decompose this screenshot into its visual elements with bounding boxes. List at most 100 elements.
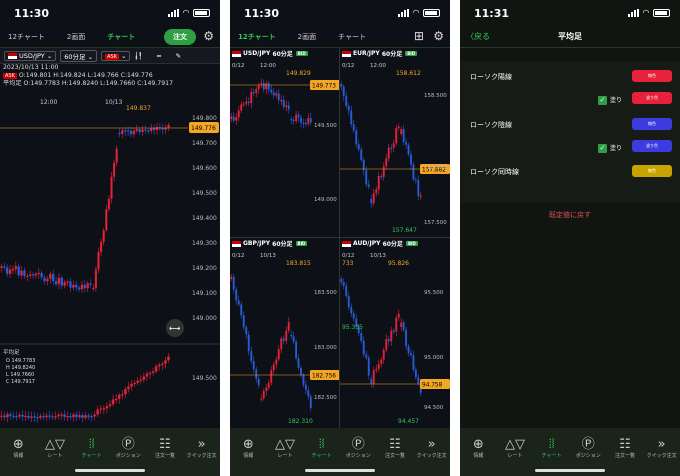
nav-orders[interactable]: ☷ 注文一覧 [380,438,410,476]
nav-quick-order[interactable]: » クイック注文 [187,438,217,476]
chart-pane[interactable]: AUD/JPY 60分足 BID 0/12 10/13 95.826 733 94.758 9… [340,238,450,456]
candle [290,119,293,121]
candle [245,101,248,104]
pane-header[interactable]: USD/JPY 60分足 BID [230,48,340,59]
nav-quick-order[interactable]: » クイック注文 [647,438,677,476]
y-axis-label: 149.300 [192,240,217,247]
tab-chart[interactable]: チャート [338,32,366,42]
bear-fill-checkbox[interactable]: ✓ 塗り [597,143,622,153]
rate-icon: △▽ [44,437,65,452]
timeframe-select[interactable]: 60分足 ⌄ [60,49,98,62]
y-axis-label: 149.500 [192,190,217,197]
chart-pane[interactable]: GBP/JPY 60分足 BID 0/12 10/13 183.815 182.756 18… [230,238,340,456]
svg-text:L 149.7660: L 149.7660 [6,372,34,378]
candle [342,282,345,286]
candle [395,128,398,144]
ask-select[interactable]: ASK ⌄ [101,50,131,61]
candle [86,283,89,289]
bull-line-color[interactable]: 線色 [632,70,672,82]
candle [272,92,275,96]
nav-rate[interactable]: △▽ レート [500,438,530,476]
nav-orders[interactable]: ☷ 注文一覧 [150,438,180,476]
candle [157,364,161,367]
candle [150,128,153,132]
bottom-nav: ⊕ 情報 △▽ レート ⦙⦚ チャート Ⓟ ポジション ☷ 注文一覧 » クイック注文 [230,428,450,476]
candle [347,296,350,308]
pane-chart[interactable]: 0/12 12:00158.612157.882158.500158.000157… [340,59,450,249]
pane-header[interactable]: GBP/JPY 60分足 BID [230,238,340,249]
candle [257,379,260,385]
pane-chart[interactable]: 0/12 10/13 183.815 182.756 183.500 183.000 182… [230,249,340,439]
bull-candle-row: ローソク陽線 線色 塗り色 ✓ 塗り [470,70,672,105]
bull-fill-checkbox[interactable]: ✓ 塗り [597,95,622,105]
candle [395,317,398,332]
candle [60,277,63,286]
candle [302,375,305,385]
candle [96,409,99,415]
nav-orders[interactable]: ☷ 注文一覧 [610,438,640,476]
doji-line-color[interactable]: 線色 [632,165,672,177]
candle [260,398,263,400]
candle [93,414,96,417]
candle [270,89,273,93]
tab-12chart[interactable]: 12チャート [8,32,45,42]
candle [387,339,390,342]
candle [77,287,81,290]
nav-quick-order[interactable]: » クイック注文 [417,438,447,476]
candle [417,377,420,384]
main-chart[interactable]: 10/13 12:00 149.837 149.776 149.800 149.7… [0,98,220,428]
x-label: 12:00 [40,99,57,106]
bear-line-color[interactable]: 線色 [632,118,672,130]
bear-fill-color[interactable]: 塗り色 [632,140,672,152]
pair-select[interactable]: USD/JPY ⌄ [4,50,57,61]
order-button[interactable]: 注文 [164,29,196,45]
candle [111,399,115,405]
pane-header[interactable]: AUD/JPY 60分足 BID [340,238,450,249]
phone-4chart-screen: 11:30 ◠ 12チャート 2画面 チャート ⊞ ⚙ USD/JPY 60分足… [230,0,450,476]
globe-icon: ⊕ [242,437,254,452]
bear-candle-row: ローソク陰線 線色 塗り色 ✓ 塗り [470,118,672,153]
candle [161,128,164,130]
candle [36,417,39,419]
gear-icon[interactable]: ⚙ [433,29,444,43]
pane-chart[interactable]: 0/12 10/1395.826 733 94.758 95.500 95.000 94.5… [340,249,450,439]
grid-icon[interactable]: ⊞ [414,29,424,43]
nav-info[interactable]: ⊕ 情報 [3,438,33,476]
chart-pane[interactable]: USD/JPY 60分足 BID 0/12 12:00 149.829 149.773 14… [230,48,340,266]
y-axis-label: 149.100 [192,290,217,297]
candle [110,176,113,199]
y-axis-label: 149.000 [314,197,337,203]
candle [275,359,278,365]
candle [370,199,373,204]
tab-2screen[interactable]: 2画面 [67,32,85,42]
tab-2screen[interactable]: 2画面 [298,32,316,42]
reset-defaults-button[interactable]: 既定値に戻す [460,210,680,220]
candle [30,416,33,418]
candle-type-icon[interactable]: ╽╿ [134,52,142,60]
candle [87,415,90,417]
candle [8,269,12,274]
pane-header[interactable]: EUR/JPY 60分足 BID [340,48,450,59]
draw-icon[interactable]: ✎ [176,52,181,60]
bottom-nav: ⊕ 情報 △▽ レート ⦙⦚ チャート Ⓟ ポジション ☷ 注文一覧 » クイック注文 [0,428,220,476]
candle [367,184,370,187]
x-label: 10/13 [105,99,122,106]
indicator-icon[interactable]: ≈ [156,52,161,60]
nav-info[interactable]: ⊕ 情報 [233,438,263,476]
low-label: 94.457 [398,418,419,425]
home-indicator [75,469,145,472]
gear-icon[interactable]: ⚙ [203,29,214,43]
chart-pane[interactable]: EUR/JPY 60分足 BID 0/12 12:00 158.612 157.882 15… [340,48,450,266]
nav-info[interactable]: ⊕ 情報 [463,438,493,476]
bull-fill-color[interactable]: 塗り色 [632,92,672,104]
y-axis-label: 94.500 [424,405,444,411]
nav-rate[interactable]: △▽ レート [270,438,300,476]
candle [142,376,146,380]
nav-rate[interactable]: △▽ レート [40,438,70,476]
candle [307,390,310,397]
pane-chart[interactable]: 0/12 12:00 149.829 149.773 149.500 149.000 [230,59,340,249]
candle [290,335,293,337]
tab-12chart[interactable]: 12チャート [238,32,276,42]
tab-chart[interactable]: チャート [107,32,135,42]
quick-order-icon: » [427,437,436,452]
